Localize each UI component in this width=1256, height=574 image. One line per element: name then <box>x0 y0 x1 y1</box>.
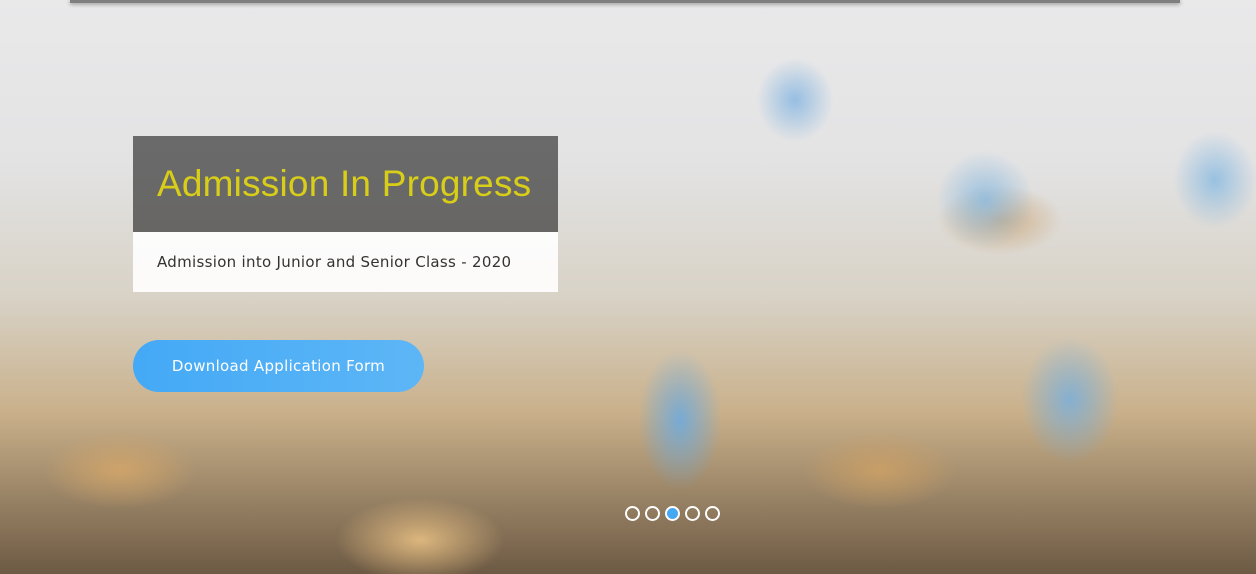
slider-dot-1[interactable] <box>625 506 640 521</box>
slider-dot-4[interactable] <box>685 506 700 521</box>
slide-title-box: Admission In Progress <box>133 136 558 232</box>
slide-title: Admission In Progress <box>157 163 532 204</box>
slider-dot-3[interactable] <box>665 506 680 521</box>
slide-subtitle-box: Admission into Junior and Senior Class -… <box>133 232 558 292</box>
slide-subtitle: Admission into Junior and Senior Class -… <box>157 253 512 271</box>
slider-dot-5[interactable] <box>705 506 720 521</box>
header-shadow-edge <box>70 0 1180 3</box>
slider-pagination <box>625 506 720 521</box>
slider-dot-2[interactable] <box>645 506 660 521</box>
hero-slider: Admission In Progress Admission into Jun… <box>0 0 1256 574</box>
download-application-form-button[interactable]: Download Application Form <box>133 340 424 392</box>
